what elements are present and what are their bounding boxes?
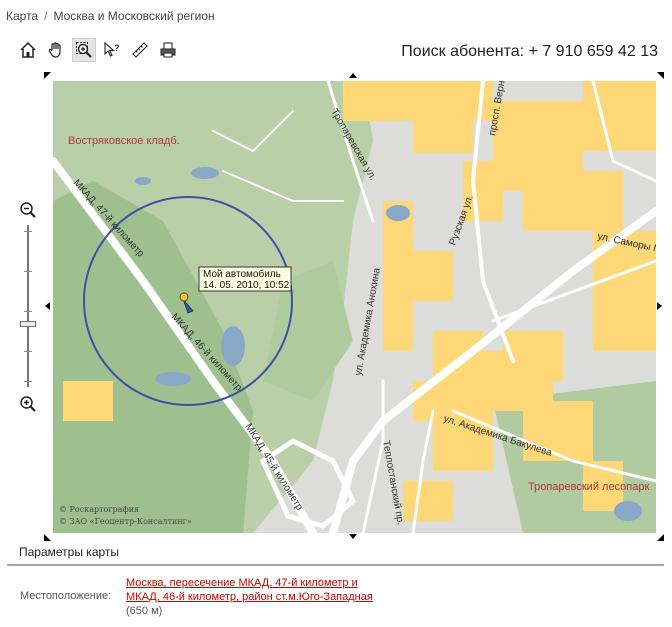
- zoom-control: [17, 201, 39, 413]
- marker-title: Мой автомобиль: [203, 268, 281, 280]
- map-copyright-1: © Роскартография: [59, 505, 139, 514]
- map-canvas[interactable]: Востряковское кладб. МКАД, 47-й километр…: [53, 81, 656, 533]
- hand-icon: [48, 42, 61, 58]
- breadcrumb-item-map[interactable]: Карта: [6, 9, 38, 23]
- pan-east-arrow[interactable]: [657, 302, 662, 310]
- pan-southeast-arrow[interactable]: [657, 534, 664, 541]
- zoom-track[interactable]: [27, 225, 29, 387]
- zoom-tick: [24, 231, 32, 232]
- zoom-tick: [24, 311, 32, 312]
- map-view[interactable]: Востряковское кладб. МКАД, 47-й километр…: [53, 81, 656, 533]
- map-label-lesopark: Тропаревский лесопарк: [528, 481, 649, 493]
- home-icon: [20, 41, 36, 58]
- pan-northeast-arrow[interactable]: [657, 72, 664, 79]
- map-label-anokhina: ул. Академика Анохина: [353, 267, 383, 377]
- ruler-icon: [132, 42, 148, 58]
- print-button[interactable]: [156, 38, 180, 62]
- home-button[interactable]: [16, 38, 40, 62]
- pan-button[interactable]: [44, 38, 68, 62]
- pan-northwest-arrow[interactable]: [44, 72, 51, 79]
- breadcrumb-item-region: Москва и Московский регион: [53, 9, 215, 23]
- zoom-in-box-icon: [76, 42, 92, 58]
- pan-southwest-arrow[interactable]: [44, 534, 51, 541]
- zoom-slider-handle[interactable]: [20, 320, 36, 327]
- location-link[interactable]: Москва, пересечение МКАД, 47-й километр …: [126, 577, 373, 603]
- zoom-in-icon[interactable]: [19, 395, 37, 413]
- breadcrumb: Карта / Москва и Московский регион: [6, 9, 215, 23]
- svg-text:?: ?: [114, 43, 120, 53]
- car-marker-tooltip: Мой автомобиль 14. 05. 2010, 10:52: [198, 266, 292, 292]
- subscriber-search-label: Поиск абонента: + 7 910 659 42 13: [401, 43, 658, 60]
- breadcrumb-separator: /: [44, 9, 48, 23]
- map-copyright-2: © ЗАО «Геоцентр-Консалтинг»: [59, 517, 192, 526]
- location-value: Москва, пересечение МКАД, 47-й километр …: [126, 576, 376, 618]
- map-params-title: Параметры карты: [19, 545, 120, 559]
- location-label: Местоположение:: [20, 590, 112, 602]
- marker-timestamp: 14. 05. 2010, 10:52: [203, 280, 290, 291]
- printer-icon: [160, 42, 176, 58]
- zoom-area-button[interactable]: [72, 38, 96, 62]
- pan-south-arrow[interactable]: [349, 534, 357, 539]
- pointer-question-icon: ?: [104, 41, 120, 57]
- map-label-teplostanskiy: Теплостанский пр.: [380, 440, 406, 526]
- params-divider: [7, 564, 664, 566]
- pan-west-arrow[interactable]: [45, 302, 50, 310]
- zoom-tick: [24, 351, 32, 352]
- zoom-tick: [24, 381, 32, 382]
- info-button[interactable]: ?: [100, 38, 124, 62]
- map-toolbar: ?: [16, 38, 180, 64]
- zoom-out-icon[interactable]: [19, 201, 37, 219]
- map-label-cemetery: Востряковское кладб.: [68, 135, 180, 147]
- zoom-tick: [24, 271, 32, 272]
- location-distance: (650 м): [126, 605, 163, 617]
- pan-north-arrow[interactable]: [349, 73, 357, 78]
- measure-button[interactable]: [128, 38, 152, 62]
